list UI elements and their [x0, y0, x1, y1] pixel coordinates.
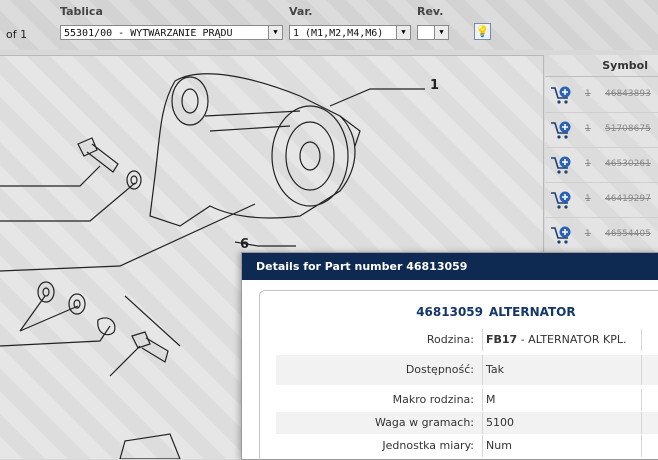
bracket-drawing: [119, 433, 181, 459]
detail-row-family: Rodzina: FB17 - ALTERNATOR KPL.: [276, 329, 658, 351]
popup-title: Details for Part number 46813059: [242, 253, 658, 280]
detail-key: Rodzina:: [426, 333, 474, 346]
add-to-cart-icon[interactable]: [550, 225, 572, 245]
var-value: 1 (M1,M2,M4,M6): [293, 28, 384, 39]
part-number[interactable]: 46419297: [605, 194, 651, 204]
add-to-cart-icon[interactable]: [550, 85, 572, 105]
detail-row-availability: Dostępność: Tak: [276, 355, 658, 385]
callout-1[interactable]: 1: [430, 78, 439, 93]
parts-list-row[interactable]: 1 46530261: [545, 148, 658, 183]
part-number[interactable]: 46530261: [605, 159, 651, 169]
detail-value: FB17 - ALTERNATOR KPL.: [486, 333, 627, 346]
detail-row-macro-family: Makro rodzina: M: [276, 389, 658, 411]
page-info: of 1: [6, 28, 28, 41]
toolbar: of 1 Tablica 55301/00 - WYTWARZANIE PRĄD…: [0, 0, 658, 50]
detail-value-code: FB17: [486, 333, 518, 346]
part-number[interactable]: 46843893: [605, 89, 651, 99]
var-select[interactable]: 1 (M1,M2,M4,M6) ▼: [289, 25, 411, 40]
parts-list-row[interactable]: 1 51708675: [545, 113, 658, 148]
part-qty: 1: [585, 194, 591, 204]
chevron-down-icon[interactable]: ▼: [396, 26, 410, 39]
add-to-cart-icon[interactable]: [550, 155, 572, 175]
rev-select[interactable]: ▼: [417, 25, 449, 40]
tablica-select[interactable]: 55301/00 - WYTWARZANIE PRĄDU ▼: [60, 25, 283, 40]
callout-6[interactable]: 6: [240, 237, 249, 252]
lightbulb-icon[interactable]: 💡: [474, 23, 491, 40]
detail-key: Dostępność:: [405, 363, 474, 376]
tablica-value: 55301/00 - WYTWARZANIE PRĄDU: [64, 28, 233, 39]
details-box: 46813059 ALTERNATOR Rodzina: FB17 - ALTE…: [259, 290, 658, 460]
tablica-label: Tablica: [60, 5, 103, 18]
part-number[interactable]: 46554405: [605, 229, 651, 239]
detail-value: 5100: [486, 416, 514, 429]
value-cell: [482, 389, 642, 411]
part-qty: 1: [585, 124, 591, 134]
detail-row-weight: Waga w gramach: 5100: [276, 412, 658, 434]
parts-list-row[interactable]: 1 46554405: [545, 218, 658, 253]
detail-key: Waga w gramach:: [374, 416, 474, 429]
detail-value: Tak: [486, 363, 505, 376]
detail-row-unit: Jednostka miary: Num: [276, 435, 658, 457]
part-number[interactable]: 51708675: [605, 124, 651, 134]
detail-key: Jednostka miary:: [382, 439, 474, 452]
part-qty: 1: [585, 229, 591, 239]
detail-value: Num: [486, 439, 512, 452]
detail-part-name: ALTERNATOR: [489, 305, 576, 319]
add-to-cart-icon[interactable]: [550, 190, 572, 210]
rev-label: Rev.: [417, 5, 444, 18]
bolt-drawing: [77, 137, 98, 157]
detail-key: Makro rodzina:: [392, 393, 474, 406]
value-cell: [482, 355, 642, 385]
var-label: Var.: [289, 5, 313, 18]
part-details-popup: Details for Part number 46813059 4681305…: [241, 252, 658, 460]
detail-part-number: 46813059: [416, 305, 483, 319]
washer-drawing: [126, 170, 142, 190]
parts-list-row[interactable]: 1 46843893: [545, 78, 658, 113]
add-to-cart-icon[interactable]: [550, 120, 572, 140]
chevron-down-icon[interactable]: ▼: [268, 26, 282, 39]
parts-list-header: Symbol: [545, 55, 658, 77]
detail-value-text: - ALTERNATOR KPL.: [517, 333, 627, 346]
parts-list-row[interactable]: 1 46419297: [545, 183, 658, 218]
detail-value: M: [486, 393, 496, 406]
part-qty: 1: [585, 89, 591, 99]
part-qty: 1: [585, 159, 591, 169]
chevron-down-icon[interactable]: ▼: [434, 26, 448, 39]
